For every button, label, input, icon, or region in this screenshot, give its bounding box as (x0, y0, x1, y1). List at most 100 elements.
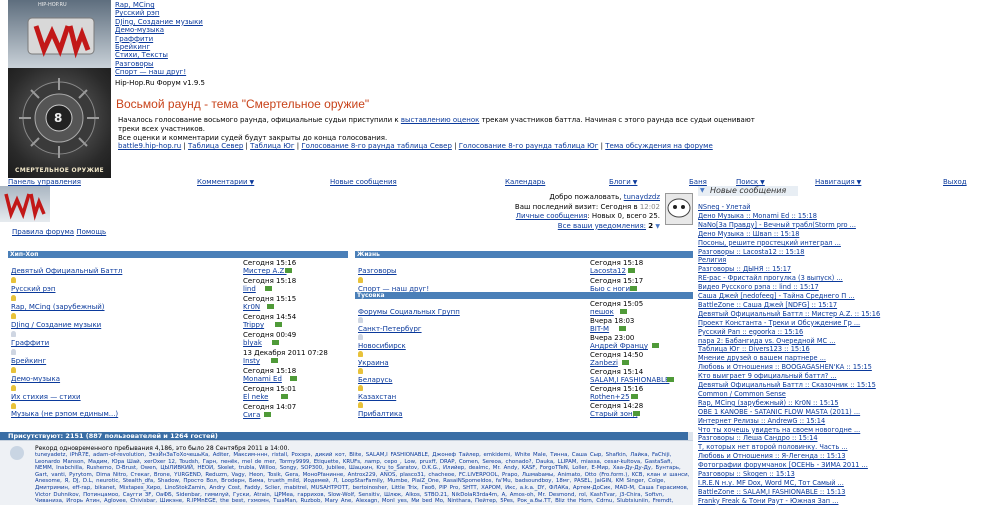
go-to-post-icon[interactable] (271, 358, 278, 363)
new-message-item[interactable]: NaNo[За Правду] - Вечный трабл(Storm pro… (698, 221, 856, 229)
header-forum-link[interactable]: Rap, MCing (115, 1, 155, 9)
new-message-item[interactable]: Интернет Релизы :: AndrewG :: 15:14 (698, 417, 825, 425)
go-to-post-icon[interactable] (264, 412, 271, 417)
header-forum-link[interactable]: Русский рэп (115, 9, 159, 17)
nav-comments[interactable]: Комментарии ▼ (197, 178, 254, 186)
collapse-icon[interactable] (688, 432, 693, 440)
go-to-post-icon[interactable] (633, 411, 640, 416)
last-post-user[interactable]: Kr0N (243, 303, 260, 311)
go-to-post-icon[interactable] (630, 286, 637, 291)
go-to-post-icon[interactable] (272, 340, 279, 345)
last-post-user[interactable]: Старый зонд (590, 410, 637, 418)
battle-site-link[interactable]: battle9.hip-hop.ru (118, 142, 181, 150)
new-message-item[interactable]: Common / Common Sense (698, 390, 786, 398)
help-link[interactable]: Помощь (76, 228, 106, 236)
forum-rules-link[interactable]: Правила форума (12, 228, 74, 236)
last-post-user[interactable]: Rothen+25 (590, 393, 630, 401)
new-message-item[interactable]: пара 2: Бабангида vs. Очередной МС ... (698, 337, 836, 345)
forum-link[interactable]: Rap, MCing (зарубежный) (11, 303, 105, 311)
private-messages-link[interactable]: Личные сообщения (516, 212, 588, 220)
vote-south-link[interactable]: Голосование 8-го раунда таблица Юг (459, 142, 599, 150)
new-message-item[interactable]: BattleZone :: Саша Джей [NDFG] :: 15:17 (698, 301, 837, 309)
new-message-item[interactable]: OBE 1 KANOBE - SATANIC FLOW MASTA (2011)… (698, 408, 860, 416)
new-message-item[interactable]: Девятый Официальный Баттл :: Мистер А.Z.… (698, 310, 880, 318)
new-message-item[interactable]: Разговоры :: ДЫНЯ :: 15:17 (698, 265, 791, 273)
vote-north-link[interactable]: Голосование 8-го раунда таблица Север (301, 142, 452, 150)
forum-link[interactable]: DJing / Создание музыки (11, 321, 101, 329)
go-to-post-icon[interactable] (631, 394, 638, 399)
header-forum-link[interactable]: Брейкинг (115, 43, 150, 51)
last-post-user[interactable]: Zanbezi (590, 359, 618, 367)
last-post-user[interactable]: blyak (243, 339, 262, 347)
new-message-item[interactable]: Разговоры :: Леша Сандро :: 15:14 (698, 434, 818, 442)
new-message-item[interactable]: Разговоры :: Lacosta12 :: 15:18 (698, 248, 804, 256)
nav-new-messages[interactable]: Новые сообщения (330, 178, 397, 186)
last-post-user[interactable]: Monami Ed (243, 375, 282, 383)
nav-control-panel[interactable]: Панель управления (8, 178, 81, 186)
go-to-post-icon[interactable] (622, 360, 629, 365)
notifications-link[interactable]: Все ваши уведомления: (558, 222, 646, 230)
new-message-item[interactable]: Дено Музыка :: Monami Ed :: 15:18 (698, 212, 817, 220)
last-post-user[interactable]: El neke (243, 393, 268, 401)
header-forum-link[interactable]: Разговоры (115, 60, 154, 68)
go-to-post-icon[interactable] (667, 377, 674, 382)
nav-logout[interactable]: Выход (943, 178, 967, 186)
scoring-link[interactable]: выставлению оценок (401, 116, 479, 124)
new-message-item[interactable]: Кто выиграет 9 официальный баттл? ... (698, 372, 837, 380)
last-post-user[interactable]: пешок (590, 308, 614, 316)
new-message-item[interactable]: Саша Джей [nedofeeg] - Тайна Среднего П … (698, 292, 855, 300)
forum-link[interactable]: Демо-музыка (11, 375, 60, 383)
last-post-user[interactable]: Trippy (243, 321, 264, 329)
forum-link[interactable]: Казахстан (358, 393, 396, 401)
header-forum-link[interactable]: Граффити (115, 35, 153, 43)
new-message-item[interactable]: Видео Русского рэпа :: lind :: 15:17 (698, 283, 819, 291)
new-message-item[interactable]: Любовь и Отношения :: Я-Легенда :: 15:13 (698, 452, 846, 460)
go-to-post-icon[interactable] (285, 268, 292, 273)
new-message-item[interactable]: Мнение друзей о вашем партнере ... (698, 354, 826, 362)
nav-bath[interactable]: Баня (689, 178, 707, 186)
new-message-item[interactable]: NSneg - Улетай (698, 203, 751, 211)
online-user-list[interactable]: tuneyadetz, iPhR7E, adam-of-revolution, … (35, 452, 690, 505)
forum-link[interactable]: Их стихия — стихи (11, 393, 81, 401)
last-post-user[interactable]: Андрей Францу (590, 342, 648, 350)
go-to-post-icon[interactable] (652, 343, 659, 348)
online-users-bar[interactable]: Присутствуют: 2151 (887 пользователей и … (0, 432, 693, 440)
site-logo[interactable]: HIP-HOP.RU (8, 0, 111, 68)
new-message-item[interactable]: Религия (698, 256, 726, 264)
go-to-post-icon[interactable] (275, 322, 282, 327)
go-to-post-icon[interactable] (619, 326, 626, 331)
nav-calendar[interactable]: Календарь (505, 178, 545, 186)
new-message-item[interactable]: Rap, MCing (зарубежный) :: Kr0N :: 15:15 (698, 399, 839, 407)
go-to-post-icon[interactable] (267, 304, 274, 309)
forum-link[interactable]: Новосибирск (358, 342, 406, 350)
new-message-item[interactable]: RE-pac - Фристайл прогулка (3 выпуск) ..… (698, 274, 843, 282)
forum-link[interactable]: Музыка (не рэпом единым...) (11, 410, 118, 418)
new-message-item[interactable]: Проект Константа - Треки и Обсуждение Гр… (698, 319, 860, 327)
forum-link[interactable]: Разговоры (358, 267, 397, 275)
new-message-item[interactable]: Любовь и Отношения :: BOOGAGASHEN'KA :: … (698, 363, 872, 371)
table-north-link[interactable]: Таблица Север (188, 142, 243, 150)
username-link[interactable]: tunaydzdz (624, 193, 660, 201)
sidebar-title[interactable]: ▼ Новые сообщения (698, 186, 798, 196)
new-message-item[interactable]: BattleZone :: SALAM,I FASHIONABLE :: 15:… (698, 488, 845, 496)
forum-link[interactable]: Девятый Официальный Баттл (11, 267, 122, 275)
go-to-post-icon[interactable] (620, 309, 627, 314)
forum-link[interactable]: Беларусь (358, 376, 392, 384)
nav-navigation[interactable]: Навигация ▼ (815, 178, 861, 186)
new-message-item[interactable]: Разговоры :: Skogen :: 15:13 (698, 470, 795, 478)
header-forum-link[interactable]: Демо-музыка (115, 26, 164, 34)
forum-link[interactable]: Санкт-Петербург (358, 325, 422, 333)
go-to-post-icon[interactable] (290, 376, 297, 381)
header-forum-link[interactable]: DJing, Создание музыки (115, 18, 203, 26)
forum-link[interactable]: Граффити (11, 339, 49, 347)
header-forum-link[interactable]: Спорт — наш друг! (115, 68, 186, 76)
new-message-item[interactable]: Franky Freak & Тони Раут - Южная Зап ... (698, 497, 838, 505)
go-to-post-icon[interactable] (281, 394, 288, 399)
new-message-item[interactable]: Дено Музыка :: Шваn :: 15:18 (698, 230, 799, 238)
forum-link[interactable]: Брейкинг (11, 357, 46, 365)
new-message-item[interactable]: Что ты хочешь увидеть на своем новогодне… (698, 426, 860, 434)
new-message-item[interactable]: Девятый Официальный Баттл :: Сказочник :… (698, 381, 876, 389)
go-to-post-icon[interactable] (628, 268, 635, 273)
last-post-user[interactable]: SALAM,I FASHIONABLE (590, 376, 669, 384)
go-to-post-icon[interactable] (265, 286, 272, 291)
